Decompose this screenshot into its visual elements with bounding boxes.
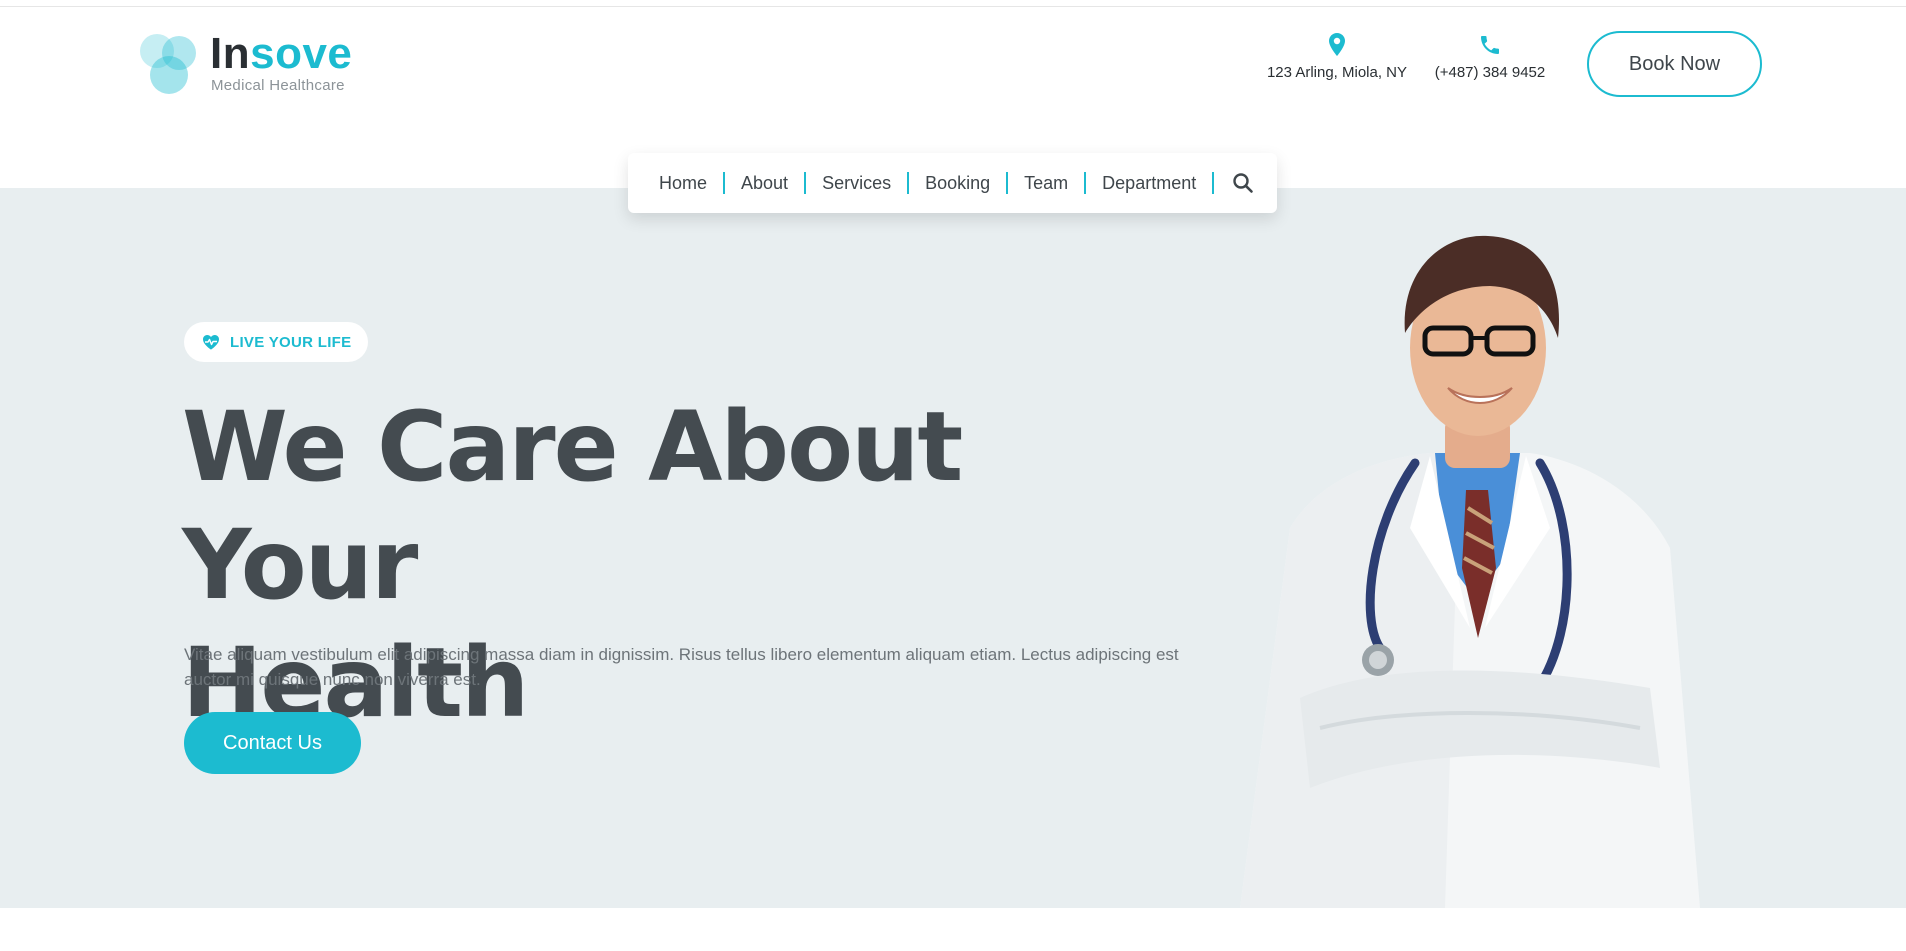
nav-item-booking[interactable]: Booking (925, 173, 990, 194)
badge-label: LIVE YOUR LIFE (230, 333, 352, 351)
headline-line1: We Care About Your (182, 391, 963, 621)
top-divider (0, 6, 1906, 7)
nav-item-team[interactable]: Team (1024, 173, 1068, 194)
brand-tagline: Medical Healthcare (211, 77, 345, 94)
phone-icon (1481, 36, 1499, 54)
nav-divider (1212, 172, 1215, 194)
nav-item-department[interactable]: Department (1102, 173, 1196, 194)
hero-badge: LIVE YOUR LIFE (184, 322, 368, 362)
address-text: 123 Arling, Miola, NY (1266, 64, 1408, 81)
brand-name-part1: In (210, 29, 251, 78)
nav-item-services[interactable]: Services (822, 173, 891, 194)
nav-divider (1006, 172, 1009, 194)
contact-us-button[interactable]: Contact Us (184, 712, 361, 774)
phone-text: (+487) 384 9452 (1434, 64, 1546, 81)
brand-name: Insove (210, 30, 352, 78)
heartbeat-icon (203, 335, 219, 350)
brand-name-part2: sove (250, 29, 353, 78)
brand-logo[interactable]: Insove Medical Healthcare (140, 30, 380, 96)
header-address: 123 Arling, Miola, NY (1262, 32, 1412, 82)
nav-divider (804, 172, 807, 194)
nav-divider (723, 172, 726, 194)
doctor-image (1240, 235, 1700, 908)
logo-circles-icon (140, 34, 202, 94)
map-pin-icon (1329, 33, 1345, 56)
nav-divider (1084, 172, 1087, 194)
nav-item-about[interactable]: About (741, 173, 788, 194)
nav-divider (907, 172, 910, 194)
hero-description: Vitae aliquam vestibulum elit adipiscing… (184, 645, 1179, 689)
search-icon[interactable] (1232, 172, 1254, 194)
main-nav: Home About Services Booking Team Departm… (628, 153, 1277, 213)
header-phone[interactable]: (+487) 384 9452 (1430, 32, 1550, 82)
nav-item-home[interactable]: Home (659, 173, 707, 194)
page: Insove Medical Healthcare 123 Arling, Mi… (0, 0, 1906, 951)
book-now-button[interactable]: Book Now (1587, 31, 1762, 97)
